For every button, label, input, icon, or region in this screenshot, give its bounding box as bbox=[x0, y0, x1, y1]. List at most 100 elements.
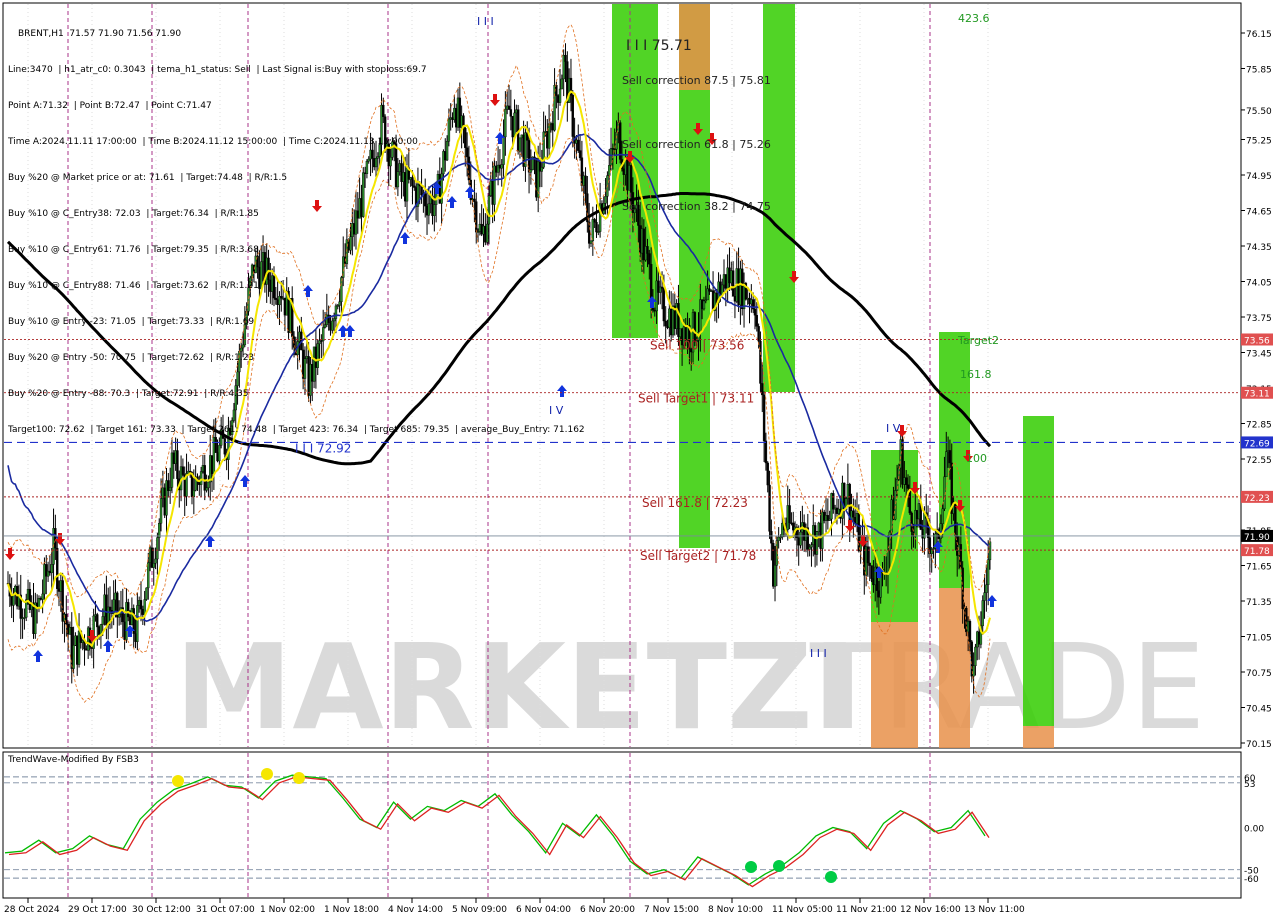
candle-body bbox=[764, 440, 768, 464]
candle-body bbox=[595, 222, 598, 233]
candle-body bbox=[988, 541, 992, 561]
candle-body bbox=[664, 320, 667, 327]
candle-body bbox=[648, 253, 651, 265]
candle-body bbox=[127, 602, 130, 618]
candle-body bbox=[766, 462, 769, 486]
candle-body bbox=[181, 466, 185, 475]
candle-body bbox=[773, 565, 777, 587]
candle-body bbox=[828, 518, 831, 521]
y-tick-label: 74.95 bbox=[1246, 172, 1272, 182]
candle-body bbox=[815, 531, 819, 555]
x-tick-label: 1 Nov 18:00 bbox=[324, 905, 379, 915]
candle-body bbox=[156, 537, 159, 560]
level-label: Sell Target2 | 71.78 bbox=[640, 549, 756, 563]
candle-body bbox=[866, 546, 870, 564]
candle-body bbox=[945, 451, 948, 478]
candle-body bbox=[145, 587, 148, 600]
y-tick-label: 75.85 bbox=[1246, 66, 1272, 76]
candle-body bbox=[755, 314, 758, 327]
candle-body bbox=[55, 547, 59, 589]
candle-body bbox=[593, 219, 596, 223]
symbol-line: BRENT,H1 71.57 71.90 71.56 71.90 bbox=[18, 29, 182, 39]
candle-body bbox=[904, 477, 908, 485]
candle-body bbox=[176, 450, 179, 480]
candle-body bbox=[808, 546, 811, 550]
candle-body bbox=[693, 312, 697, 343]
candle-body bbox=[203, 465, 206, 491]
info-line: Buy %10 @ Entry -23: 71.05 | Target:73.3… bbox=[8, 317, 255, 327]
candle-body bbox=[662, 288, 666, 322]
candle-body bbox=[147, 562, 150, 589]
x-tick-label: 8 Nov 10:00 bbox=[708, 905, 763, 915]
signal-zone bbox=[871, 622, 918, 748]
candle-body bbox=[983, 592, 986, 601]
osc-signal-dot bbox=[293, 772, 305, 784]
y-tick-label: 70.75 bbox=[1246, 669, 1272, 679]
info-line: Line:3470 | h1_atr_c0: 0.3043 | tema_h1_… bbox=[8, 65, 427, 75]
x-tick-label: 6 Nov 20:00 bbox=[580, 905, 635, 915]
price-badge-label: 71.90 bbox=[1244, 533, 1270, 543]
osc-signal-dot bbox=[745, 861, 757, 873]
candle-body bbox=[731, 270, 735, 297]
candle-body bbox=[72, 645, 75, 669]
osc-signal-dot bbox=[773, 860, 785, 872]
candle-body bbox=[870, 565, 873, 579]
candle-body bbox=[986, 559, 990, 586]
candle-body bbox=[852, 510, 855, 518]
info-line: Buy %20 @ Entry -88: 70.3 | Target:72.91… bbox=[8, 389, 249, 399]
price-badge-label: 73.11 bbox=[1244, 390, 1270, 400]
y-tick-label: 72.55 bbox=[1246, 456, 1272, 466]
x-tick-label: 28 Oct 2024 bbox=[4, 905, 60, 915]
y-tick-label: 73.75 bbox=[1246, 314, 1272, 324]
candle-body bbox=[868, 562, 871, 566]
chart-annotation: 161.8 bbox=[960, 368, 992, 381]
osc-y-tick-label: -60 bbox=[1244, 875, 1259, 885]
y-tick-label: 74.65 bbox=[1246, 208, 1272, 218]
chart-annotation: I V bbox=[886, 422, 901, 435]
x-tick-label: 7 Nov 15:00 bbox=[644, 905, 699, 915]
osc-signal-dot bbox=[825, 871, 837, 883]
x-tick-label: 29 Oct 17:00 bbox=[68, 905, 127, 915]
candle-body bbox=[757, 326, 760, 342]
chart-annotation: 423.6 bbox=[958, 12, 990, 25]
candle-body bbox=[660, 286, 664, 289]
oscillator-title: TrendWave-Modified By FSB3 bbox=[8, 755, 139, 765]
candle-body bbox=[589, 240, 593, 244]
info-line: Buy %10 @ C_Entry88: 71.46 | Target:73.6… bbox=[8, 281, 259, 291]
candle-body bbox=[941, 508, 944, 524]
svg-text:MARKETZI: MARKETZI bbox=[175, 618, 857, 756]
candle-body bbox=[192, 489, 196, 498]
x-tick-label: 13 Nov 11:00 bbox=[964, 905, 1025, 915]
y-tick-label: 73.45 bbox=[1246, 350, 1272, 360]
candle-body bbox=[810, 544, 813, 548]
candle-body bbox=[974, 646, 977, 666]
candle-body bbox=[205, 487, 208, 491]
candle-body bbox=[608, 165, 611, 176]
x-tick-label: 6 Nov 04:00 bbox=[516, 905, 571, 915]
candle-body bbox=[629, 165, 633, 193]
y-tick-label: 72.85 bbox=[1246, 421, 1272, 431]
info-line: Time A:2024.11.11 17:00:00 | Time B:2024… bbox=[8, 137, 418, 147]
candle-body bbox=[832, 493, 835, 510]
y-tick-label: 74.05 bbox=[1246, 279, 1272, 289]
y-tick-label: 76.15 bbox=[1246, 30, 1272, 40]
y-tick-label: 75.25 bbox=[1246, 137, 1272, 147]
x-tick-label: 30 Oct 12:00 bbox=[132, 905, 191, 915]
candle-body bbox=[152, 562, 155, 568]
osc-y-tick-label: 0.00 bbox=[1244, 825, 1264, 835]
level-label: Sell Target1 | 73.11 bbox=[638, 392, 754, 406]
candle-body bbox=[199, 471, 203, 485]
chart-annotation: Sell correction 87.5 | 75.81 bbox=[622, 74, 771, 87]
candle-body bbox=[972, 665, 975, 677]
chart-annotation: Sell correction 61.8 | 75.26 bbox=[622, 138, 771, 151]
candle-body bbox=[906, 484, 910, 489]
candle-body bbox=[50, 564, 53, 574]
y-tick-label: 71.65 bbox=[1246, 563, 1272, 573]
candle-body bbox=[101, 616, 104, 625]
candle-body bbox=[753, 308, 757, 316]
svg-text:TRADE: TRADE bbox=[809, 618, 1205, 756]
candle-body bbox=[770, 531, 773, 544]
x-tick-label: 31 Oct 07:00 bbox=[196, 905, 255, 915]
y-tick-label: 71.05 bbox=[1246, 634, 1272, 644]
signal-zone bbox=[763, 4, 795, 392]
